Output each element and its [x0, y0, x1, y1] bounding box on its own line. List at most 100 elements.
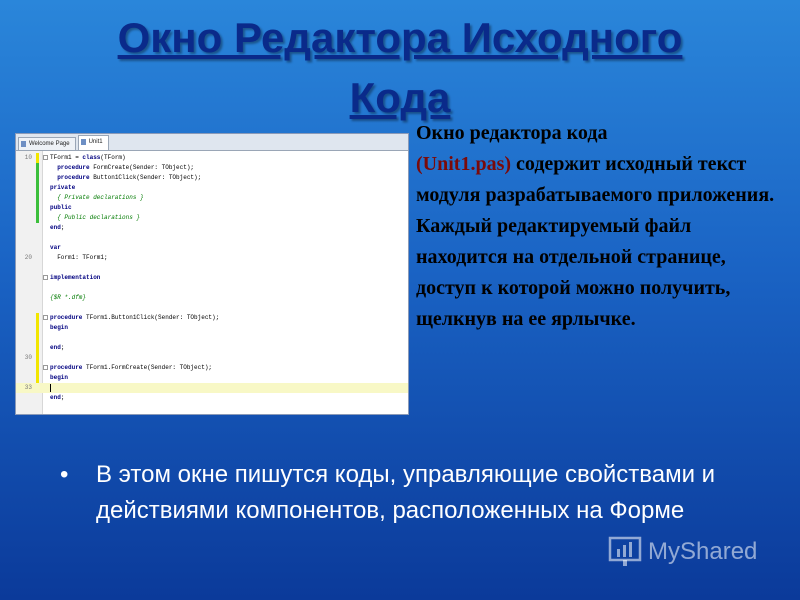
code-line[interactable]: end.	[16, 413, 408, 415]
code-line[interactable]: begin	[16, 373, 408, 383]
code-text: Form1: TForm1;	[50, 253, 108, 263]
code-text: private	[50, 183, 75, 193]
presentation-icon	[608, 536, 642, 566]
bullet-text: В этом окне пишутся коды, управляющие св…	[96, 461, 716, 524]
line-number: 33	[24, 384, 32, 391]
unit-filename: (Unit1.pas)	[416, 153, 512, 175]
code-line[interactable]	[16, 403, 408, 413]
code-line[interactable]: end;	[16, 343, 408, 353]
code-text: { Private declarations }	[50, 193, 144, 203]
keyword-token: private	[50, 184, 76, 191]
code-text: TForm1 = class(TForm)	[50, 153, 126, 163]
fold-toggle-icon[interactable]	[43, 365, 48, 370]
line-number: 30	[24, 354, 32, 361]
code-line[interactable]: procedure TForm1.Button1Click(Sender: TO…	[16, 313, 408, 323]
code-line[interactable]: public	[16, 203, 408, 213]
bullet-icon: •	[60, 461, 69, 488]
code-line[interactable]: end;	[16, 393, 408, 403]
keyword-token: begin	[50, 374, 69, 381]
code-line[interactable]	[16, 263, 408, 273]
code-text: procedure FormCreate(Sender: TObject);	[50, 163, 194, 173]
code-token: (TForm)	[100, 154, 126, 161]
fold-toggle-icon[interactable]	[43, 275, 48, 280]
code-line[interactable]: { Public declarations }	[16, 213, 408, 223]
tab-welcome-page[interactable]: Welcome Page	[18, 137, 76, 150]
code-token: TForm1.FormCreate(Sender: TObject);	[82, 364, 213, 371]
code-token: TForm1.Button1Click(Sender: TObject);	[82, 314, 220, 321]
code-token: Form1: TForm1;	[50, 254, 108, 261]
page-icon	[21, 141, 26, 147]
keyword-token: procedure	[57, 164, 90, 171]
code-line[interactable]: end;	[16, 223, 408, 233]
keyword-token: end	[50, 224, 61, 231]
code-editor-screenshot: Welcome Page Unit1 10 TForm1 = class(TFor…	[15, 133, 409, 415]
code-token: ;	[60, 394, 65, 401]
code-text: public	[50, 203, 72, 213]
code-text: procedure TForm1.Button1Click(Sender: TO…	[50, 313, 219, 323]
code-line[interactable]: 20 Form1: TForm1;	[16, 253, 408, 263]
code-line[interactable]: begin	[16, 323, 408, 333]
keyword-token: procedure	[50, 314, 83, 321]
fold-toggle-icon[interactable]	[43, 155, 48, 160]
code-text: procedure TForm1.FormCreate(Sender: TObj…	[50, 363, 212, 373]
code-line[interactable]	[16, 233, 408, 243]
description-text: Окно редактора кода (Unit1.pas) содержит…	[416, 118, 786, 335]
bullet-item: • В этом окне пишутся коды, управляющие …	[60, 457, 750, 529]
code-line[interactable]: procedure FormCreate(Sender: TObject);	[16, 163, 408, 173]
keyword-token: end	[50, 344, 61, 351]
code-line[interactable]: var	[16, 243, 408, 253]
code-line[interactable]: {$R *.dfm}	[16, 293, 408, 303]
keyword-token: procedure	[57, 174, 90, 181]
code-token: FormCreate(Sender: TObject);	[89, 164, 195, 171]
code-line[interactable]: procedure TForm1.FormCreate(Sender: TObj…	[16, 363, 408, 373]
code-line[interactable]	[16, 333, 408, 343]
title-line-1: Окно Редактора Исходного	[117, 14, 683, 61]
code-line[interactable]: { Private declarations }	[16, 193, 408, 203]
code-token: ;	[60, 344, 65, 351]
code-text: procedure Button1Click(Sender: TObject);	[50, 173, 201, 183]
tab-label: Unit1	[88, 139, 103, 145]
code-token: TForm1 =	[50, 154, 83, 161]
keyword-token: var	[50, 244, 61, 251]
description-part-1: Окно редактора кода	[416, 122, 608, 144]
code-line[interactable]: 30	[16, 353, 408, 363]
keyword-token: class	[82, 154, 101, 161]
keyword-token: begin	[50, 324, 69, 331]
keyword-token: end	[50, 394, 61, 401]
code-text: begin	[50, 323, 68, 333]
code-text: {$R *.dfm}	[50, 293, 86, 303]
comment-token: {$R *.dfm}	[50, 294, 87, 301]
tab-label: Welcome Page	[29, 141, 70, 147]
code-text: end;	[50, 393, 64, 403]
line-number: 20	[24, 254, 32, 261]
code-text: end;	[50, 223, 64, 233]
watermark: MyShared	[608, 532, 757, 572]
code-token: ;	[60, 224, 65, 231]
tab-unit1[interactable]: Unit1	[77, 135, 109, 150]
code-line[interactable]	[16, 303, 408, 313]
code-line[interactable]: implementation	[16, 273, 408, 283]
code-line[interactable]: procedure Button1Click(Sender: TObject);	[16, 173, 408, 183]
code-line[interactable]: 33	[16, 383, 408, 393]
code-text: end.	[50, 413, 65, 415]
code-token: Button1Click(Sender: TObject);	[89, 174, 202, 181]
keyword-token: end	[50, 414, 61, 415]
code-line[interactable]	[16, 283, 408, 293]
code-text: end;	[50, 343, 64, 353]
code-line[interactable]: 10 TForm1 = class(TForm)	[16, 153, 408, 163]
comment-token: { Public declarations }	[50, 214, 141, 221]
keyword-token: public	[50, 204, 72, 211]
code-token: .	[61, 414, 65, 415]
code-text: implementation	[50, 273, 100, 283]
watermark-text: MyShared	[648, 538, 758, 565]
code-area[interactable]: 10 TForm1 = class(TForm) procedure FormCr…	[16, 151, 408, 414]
code-text: var	[50, 243, 61, 253]
fold-toggle-icon[interactable]	[43, 315, 48, 320]
code-line[interactable]: private	[16, 183, 408, 193]
text-cursor	[50, 384, 51, 392]
comment-token: { Private declarations }	[50, 194, 144, 201]
slide-title: Окно Редактора Исходного Кода	[60, 8, 740, 128]
code-text: begin	[50, 373, 68, 383]
keyword-token: procedure	[50, 364, 83, 371]
description-part-2: содержит исходный текст модуля разрабаты…	[416, 153, 775, 330]
